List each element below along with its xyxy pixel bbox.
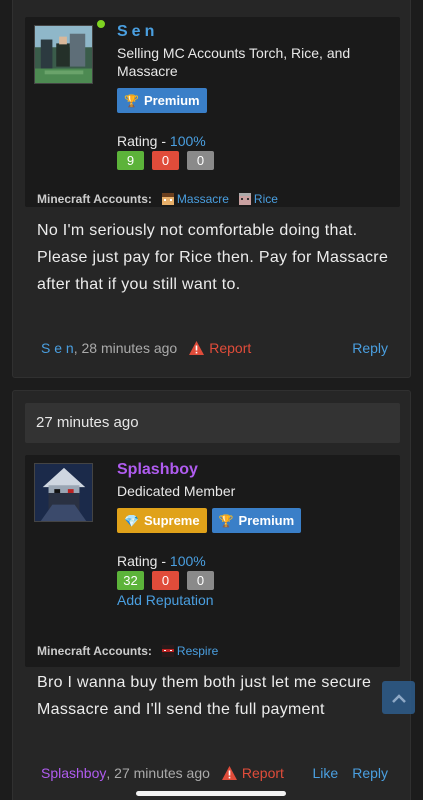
- trophy-icon: 🏆: [218, 513, 234, 528]
- post-footer: S e n , 28 minutes ago Report Reply: [41, 340, 388, 356]
- negative-rating-count[interactable]: 0: [152, 571, 179, 590]
- post-date: 27 minutes ago: [25, 403, 400, 443]
- reply-link[interactable]: Reply: [352, 765, 388, 781]
- user-card: Sen Selling MC Accounts Torch, Rice, and…: [25, 17, 400, 207]
- minecraft-head-icon: [161, 645, 174, 657]
- mc-account-link[interactable]: Respire: [161, 644, 218, 658]
- report-link[interactable]: Report: [221, 765, 284, 781]
- minecraft-accounts: Minecraft Accounts: Massacre Rice: [37, 192, 278, 206]
- trophy-icon: 🏆: [124, 93, 139, 108]
- neutral-rating-count[interactable]: 0: [187, 571, 214, 590]
- avatar[interactable]: [34, 463, 93, 522]
- user-title: Dedicated Member: [117, 483, 236, 499]
- post-body: No I'm seriously not comfortable doing t…: [37, 222, 389, 293]
- report-link[interactable]: Report: [189, 340, 251, 356]
- user-card: Splashboy Dedicated Member 💎 Supreme 🏆 P…: [25, 455, 400, 667]
- online-status-indicator: [95, 18, 107, 30]
- diamond-icon: 💎: [124, 513, 139, 528]
- positive-rating-count[interactable]: 9: [117, 151, 144, 170]
- rating: Rating - 100%: [117, 553, 206, 569]
- mc-account-link[interactable]: Rice: [238, 192, 278, 206]
- post-time[interactable]: , 28 minutes ago: [74, 340, 178, 356]
- user-title: Selling MC Accounts Torch, Rice, and Mas…: [117, 45, 351, 79]
- premium-badge: 🏆 Premium: [117, 88, 207, 113]
- supreme-badge: 💎 Supreme: [117, 508, 207, 533]
- minecraft-accounts: Minecraft Accounts: Respire: [37, 644, 219, 658]
- scroll-to-top-button[interactable]: [382, 681, 415, 714]
- post: 27 minutes ago Splashboy Dedicated Membe…: [12, 390, 411, 800]
- rating: Rating - 100%: [117, 133, 206, 149]
- home-indicator: [136, 791, 286, 796]
- mc-account-link[interactable]: Massacre: [161, 192, 229, 206]
- post-time[interactable]: , 27 minutes ago: [106, 765, 210, 781]
- like-link[interactable]: Like: [313, 765, 339, 781]
- post: Sen Selling MC Accounts Torch, Rice, and…: [12, 0, 411, 378]
- post-footer: Splashboy , 27 minutes ago Report Like R…: [41, 765, 388, 781]
- add-reputation-link[interactable]: Add Reputation: [117, 592, 392, 608]
- minecraft-head-icon: [161, 193, 174, 205]
- neutral-rating-count[interactable]: 0: [187, 151, 214, 170]
- warning-icon: [221, 766, 237, 780]
- post-body: Bro I wanna buy them both just let me se…: [37, 674, 372, 718]
- positive-rating-count[interactable]: 32: [117, 571, 144, 590]
- post-author-link[interactable]: Splashboy: [41, 765, 106, 781]
- avatar[interactable]: [34, 25, 93, 84]
- chevron-up-icon: [391, 693, 406, 703]
- post-author-link[interactable]: S e n: [41, 340, 74, 356]
- reply-link[interactable]: Reply: [352, 340, 388, 356]
- username[interactable]: Splashboy: [117, 461, 392, 479]
- premium-badge: 🏆 Premium: [211, 508, 302, 533]
- minecraft-head-icon: [238, 193, 251, 205]
- username[interactable]: Sen: [117, 23, 392, 41]
- warning-icon: [189, 341, 205, 355]
- negative-rating-count[interactable]: 0: [152, 151, 179, 170]
